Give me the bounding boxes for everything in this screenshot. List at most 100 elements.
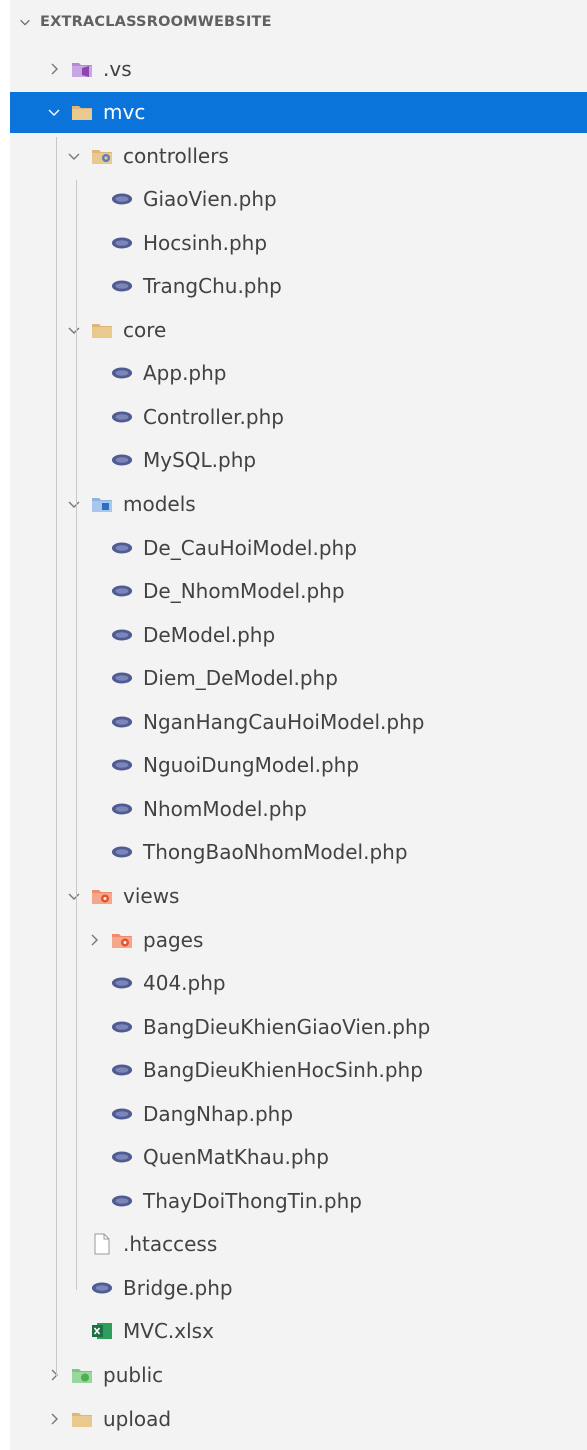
php-icon — [111, 362, 133, 384]
tree-file-thongbaonhommodel-php[interactable]: ThongBaoNhomModel.php — [10, 832, 587, 873]
chevron-placeholder — [85, 626, 103, 644]
chevron-down-icon[interactable] — [65, 887, 83, 905]
chevron-down-icon[interactable] — [45, 103, 63, 121]
php-icon — [111, 1016, 133, 1038]
tree-item-label: MVC.xlsx — [123, 1319, 214, 1344]
tree-folder-pages[interactable]: pages — [10, 919, 587, 960]
tree-item-label: TrangChu.php — [143, 274, 282, 299]
tree-item-label: Bridge.php — [123, 1275, 233, 1300]
explorer-section-header[interactable]: EXTRACLASSROOMWEBSITE — [10, 0, 587, 44]
chevron-placeholder — [85, 1192, 103, 1210]
php-icon — [111, 188, 133, 210]
tree-file-demodel-php[interactable]: DeModel.php — [10, 614, 587, 655]
tree-file-trangchu-php[interactable]: TrangChu.php — [10, 266, 587, 307]
php-icon — [111, 667, 133, 689]
tree-folder-models[interactable]: models — [10, 484, 587, 525]
tree-item-label: Controller.php — [143, 404, 284, 429]
chevron-placeholder — [85, 756, 103, 774]
tree-item-label: BangDieuKhienGiaoVien.php — [143, 1014, 431, 1039]
tree-item-label: 404.php — [143, 971, 226, 996]
php-icon — [111, 972, 133, 994]
tree-folder-vs[interactable]: .vs — [10, 48, 587, 89]
php-icon — [111, 754, 133, 776]
tree-folder-controllers[interactable]: controllers — [10, 135, 587, 176]
chevron-down-icon — [10, 13, 40, 31]
chevron-placeholder — [85, 234, 103, 252]
controllers-folder-icon — [91, 145, 113, 167]
chevron-placeholder — [85, 582, 103, 600]
tree-file-bangdieukhienhocsinh-php[interactable]: BangDieuKhienHocSinh.php — [10, 1050, 587, 1091]
tree-file-nhommodel-php[interactable]: NhomModel.php — [10, 788, 587, 829]
folder-icon — [71, 1408, 93, 1430]
php-icon — [111, 711, 133, 733]
tree-item-label: pages — [143, 927, 204, 952]
chevron-right-icon[interactable] — [85, 931, 103, 949]
chevron-down-icon[interactable] — [65, 321, 83, 339]
models-folder-icon — [91, 493, 113, 515]
tree-item-label: ThongBaoNhomModel.php — [143, 840, 408, 865]
tree-item-label: Diem_DeModel.php — [143, 666, 338, 691]
tree-file-bangdieukhiengiaovien-php[interactable]: BangDieuKhienGiaoVien.php — [10, 1006, 587, 1047]
chevron-placeholder — [85, 1018, 103, 1036]
tree-file-bridge-php[interactable]: Bridge.php — [10, 1267, 587, 1308]
excel-icon — [91, 1320, 113, 1342]
php-icon — [111, 624, 133, 646]
tree-file-giaovien-php[interactable]: GiaoVien.php — [10, 179, 587, 220]
tree-file-diem-demodel-php[interactable]: Diem_DeModel.php — [10, 658, 587, 699]
tree-file-nguoidungmodel-php[interactable]: NguoiDungModel.php — [10, 745, 587, 786]
chevron-right-icon[interactable] — [45, 60, 63, 78]
tree-file-de-nhommodel-php[interactable]: De_NhomModel.php — [10, 571, 587, 612]
tree-item-label: core — [123, 317, 167, 342]
chevron-placeholder — [85, 277, 103, 295]
chevron-placeholder — [85, 974, 103, 992]
chevron-placeholder — [65, 1322, 83, 1340]
chevron-placeholder — [85, 190, 103, 208]
chevron-down-icon[interactable] — [65, 147, 83, 165]
tree-file-dangnhap-php[interactable]: DangNhap.php — [10, 1093, 587, 1134]
tree-folder-core[interactable]: core — [10, 309, 587, 350]
tree-file-de-cauhoimodel-php[interactable]: De_CauHoiModel.php — [10, 527, 587, 568]
tree-file-nganhangcauhoimodel-php[interactable]: NganHangCauHoiModel.php — [10, 701, 587, 742]
tree-file-htaccess[interactable]: .htaccess — [10, 1224, 587, 1265]
tree-file-app-php[interactable]: App.php — [10, 353, 587, 394]
tree-item-label: QuenMatKhau.php — [143, 1145, 329, 1170]
chevron-down-icon[interactable] — [65, 495, 83, 513]
chevron-placeholder — [85, 451, 103, 469]
chevron-right-icon[interactable] — [45, 1410, 63, 1428]
tree-item-label: GiaoVien.php — [143, 187, 277, 212]
tree-file-404-php[interactable]: 404.php — [10, 963, 587, 1004]
chevron-placeholder — [85, 843, 103, 861]
chevron-placeholder — [85, 800, 103, 818]
tree-item-label: NganHangCauHoiModel.php — [143, 709, 425, 734]
tree-item-label: App.php — [143, 361, 227, 386]
tree-folder-mvc[interactable]: mvc — [10, 91, 587, 133]
tree-file-thaydoithongtin-php[interactable]: ThayDoiThongTin.php — [10, 1180, 587, 1221]
chevron-placeholder — [85, 1061, 103, 1079]
tree-file-mysql-php[interactable]: MySQL.php — [10, 440, 587, 481]
php-icon — [111, 798, 133, 820]
tree-item-label: .htaccess — [123, 1232, 218, 1257]
tree-item-label: upload — [103, 1406, 172, 1431]
php-icon — [111, 1059, 133, 1081]
chevron-right-icon[interactable] — [45, 1366, 63, 1384]
file-explorer: EXTRACLASSROOMWEBSITE .vs mvc controllers G… — [10, 0, 587, 1450]
tree-item-label: NhomModel.php — [143, 796, 307, 821]
vs-folder-icon — [71, 58, 93, 80]
tree-folder-views[interactable]: views — [10, 875, 587, 916]
tree-file-quenmatkhau-php[interactable]: QuenMatKhau.php — [10, 1137, 587, 1178]
php-icon — [111, 232, 133, 254]
tree-item-label: NguoiDungModel.php — [143, 753, 360, 778]
tree-item-label: views — [123, 883, 180, 908]
chevron-placeholder — [65, 1279, 83, 1297]
tree-folder-public[interactable]: public — [10, 1355, 587, 1396]
chevron-placeholder — [85, 713, 103, 731]
chevron-placeholder — [65, 1235, 83, 1253]
tree-item-label: MySQL.php — [143, 448, 257, 473]
folder-icon — [91, 319, 113, 341]
tree-file-hocsinh-php[interactable]: Hocsinh.php — [10, 222, 587, 263]
tree-file-mvc-xlsx[interactable]: MVC.xlsx — [10, 1311, 587, 1352]
tree-folder-upload[interactable]: upload — [10, 1398, 587, 1439]
explorer-title: EXTRACLASSROOMWEBSITE — [40, 14, 272, 30]
tree-file-controller-php[interactable]: Controller.php — [10, 396, 587, 437]
tree-item-label: DangNhap.php — [143, 1101, 294, 1126]
